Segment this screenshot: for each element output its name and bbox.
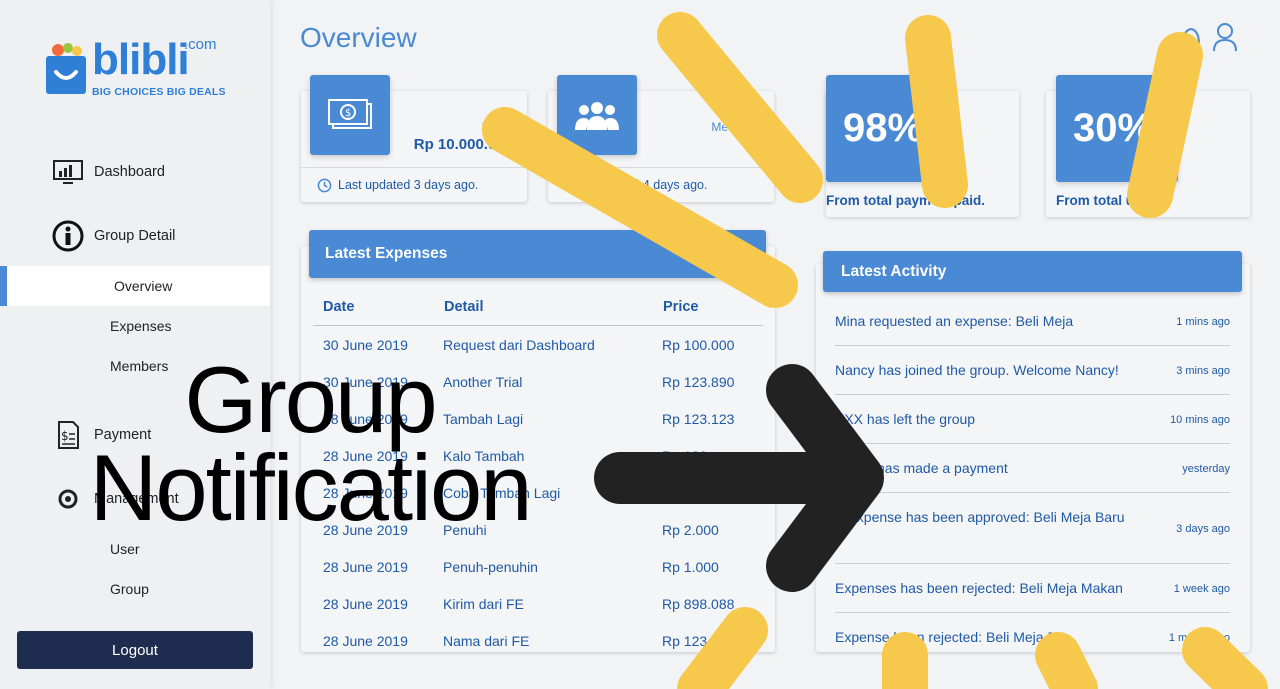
activity-divider xyxy=(835,345,1230,346)
table-header-divider xyxy=(313,325,763,326)
payment-percent-value: 98% xyxy=(842,106,924,150)
logo-wordmark: blibli xyxy=(92,35,190,84)
cell-detail: Tambah Lagi xyxy=(443,411,524,427)
usage-percent-footer: From total used. xyxy=(1056,193,1162,208)
svg-text:$: $ xyxy=(345,108,351,119)
logo-tagline: BIG CHOICES BIG DEALS xyxy=(92,86,226,98)
activity-text: XXX has left the group xyxy=(835,411,976,427)
sidebar: blibli .com BIG CHOICES BIG DEALS Dashbo… xyxy=(0,0,270,689)
sidebar-item-label: Payment xyxy=(94,427,152,443)
info-icon xyxy=(52,220,84,252)
sidebar-item-label: Management xyxy=(94,491,179,507)
cell-detail: Coba Tambah Lagi xyxy=(443,485,561,501)
sidebar-subitem-members[interactable]: Members xyxy=(110,358,168,374)
sidebar-item-group-detail[interactable]: Group Detail xyxy=(52,220,175,252)
activity-text: w expense has been approved: Beli Meja B… xyxy=(835,509,1125,525)
blibli-logo[interactable]: blibli .com BIG CHOICES BIG DEALS xyxy=(44,34,234,104)
cell-date: 30 June 2019 xyxy=(323,337,408,353)
balance-footer: Last updated 3 days ago. xyxy=(301,167,527,202)
column-header-detail[interactable]: Detail xyxy=(444,299,484,315)
cell-detail: Request dari Dashboard xyxy=(443,337,595,353)
clock-icon xyxy=(317,178,332,192)
invoice-dollar-icon: $ xyxy=(52,419,84,451)
sidebar-subitem-group[interactable]: Group xyxy=(110,581,149,597)
cell-price: Rp 898.088 xyxy=(662,596,735,612)
cell-price: Rp 123.890 xyxy=(662,374,735,390)
activity-time: 1 month ago xyxy=(1168,632,1230,644)
balance-value: Rp 10.000.000 xyxy=(413,136,513,153)
payment-percent-box: 98% xyxy=(826,75,954,182)
activity-time: yesterday xyxy=(1182,463,1230,475)
activity-text: has made a payment xyxy=(877,460,1008,476)
cell-price: Rp 100.000 xyxy=(662,337,735,353)
cell-date: 28 June 2019 xyxy=(323,633,408,649)
logout-button[interactable]: Logout xyxy=(17,631,253,669)
usage-percent-value: 30% xyxy=(1072,106,1154,150)
user-icon[interactable] xyxy=(1212,22,1238,57)
sidebar-item-label: Group Detail xyxy=(94,228,176,244)
group-icon xyxy=(557,75,637,155)
cell-detail: Nama dari FE xyxy=(443,633,530,649)
cell-detail: Penuhi xyxy=(443,522,487,538)
balance-updated-text: Last updated 3 days ago. xyxy=(338,178,479,192)
cell-date: 30 June 2019 xyxy=(323,374,408,390)
activity-divider xyxy=(835,492,1230,493)
activity-divider xyxy=(835,612,1230,613)
members-updated-text: ted 4 days ago. xyxy=(622,178,708,192)
monitor-chart-icon xyxy=(52,156,84,188)
header-icons xyxy=(1178,22,1238,57)
latest-activity-header: Latest Activity xyxy=(823,251,1242,292)
cell-detail: Kirim dari FE xyxy=(443,596,524,612)
latest-expenses-header: Latest Expenses xyxy=(309,230,766,278)
members-footer: ted 4 days ago. xyxy=(548,167,774,202)
activity-divider xyxy=(835,394,1230,395)
cell-date: 28 June 2019 xyxy=(323,448,408,464)
cell-price: Rp 123.123 xyxy=(662,411,735,427)
activity-divider xyxy=(835,563,1230,564)
balance-label: Bal xyxy=(481,120,499,134)
cell-detail: Kalo Tambah xyxy=(443,448,525,464)
sidebar-item-label: Dashboard xyxy=(94,164,165,180)
gear-icon xyxy=(52,483,84,515)
activity-time: 3 days ago xyxy=(1176,523,1230,535)
svg-text:$: $ xyxy=(61,429,69,443)
activity-time: 1 mins ago xyxy=(1176,316,1230,328)
activity-divider xyxy=(835,443,1230,444)
page-title: Overview xyxy=(300,22,417,53)
activity-text: Nancy has joined the group. Welcome Nanc… xyxy=(835,362,1119,378)
usage-percent-box: 30% xyxy=(1056,75,1178,182)
shopping-bag-icon xyxy=(46,43,86,94)
members-label: Me xyxy=(711,120,728,134)
cell-detail: Another Trial xyxy=(443,374,523,390)
cell-price: Rp 2.000 xyxy=(662,522,719,538)
sidebar-subitem-user[interactable]: User xyxy=(110,541,140,557)
cell-price: Rp 123 xyxy=(662,633,708,649)
activity-time: 10 mins ago xyxy=(1170,414,1230,426)
cell-price: Rp 123 xyxy=(662,448,708,464)
bell-icon[interactable] xyxy=(1178,22,1204,57)
money-icon: $ xyxy=(310,75,390,155)
cell-date: 28 June 2019 xyxy=(323,522,408,538)
logo-suffix: .com xyxy=(184,36,217,53)
activity-text: Expense been rejected: Beli Meja DJ xyxy=(835,629,1065,645)
sidebar-subitem-expenses[interactable]: Expenses xyxy=(110,318,171,334)
cell-date: 28 June 2019 xyxy=(323,411,408,427)
activity-text: Mina requested an expense: Beli Meja xyxy=(835,313,1074,329)
sidebar-item-payment[interactable]: $ Payment xyxy=(52,419,151,451)
payment-percent-footer: From total payme s paid. xyxy=(826,193,986,208)
sidebar-subitem-overview[interactable]: Overview xyxy=(114,278,172,294)
sidebar-item-dashboard[interactable]: Dashboard xyxy=(52,156,165,188)
column-header-price[interactable]: Price xyxy=(663,299,698,315)
activity-time: 1 week ago xyxy=(1173,583,1230,595)
cell-date: 28 June 2019 xyxy=(323,559,408,575)
cell-date: 28 June 2019 xyxy=(323,485,408,501)
activity-text: Expenses has been rejected: Beli Meja Ma… xyxy=(835,580,1123,596)
cell-date: 28 June 2019 xyxy=(323,596,408,612)
cell-detail: Penuh-penuhin xyxy=(443,559,538,575)
activity-time: 3 mins ago xyxy=(1176,365,1230,377)
sidebar-item-management[interactable]: Management xyxy=(52,483,179,515)
column-header-date[interactable]: Date xyxy=(323,299,354,315)
cell-price: Rp 1.000 xyxy=(662,559,719,575)
